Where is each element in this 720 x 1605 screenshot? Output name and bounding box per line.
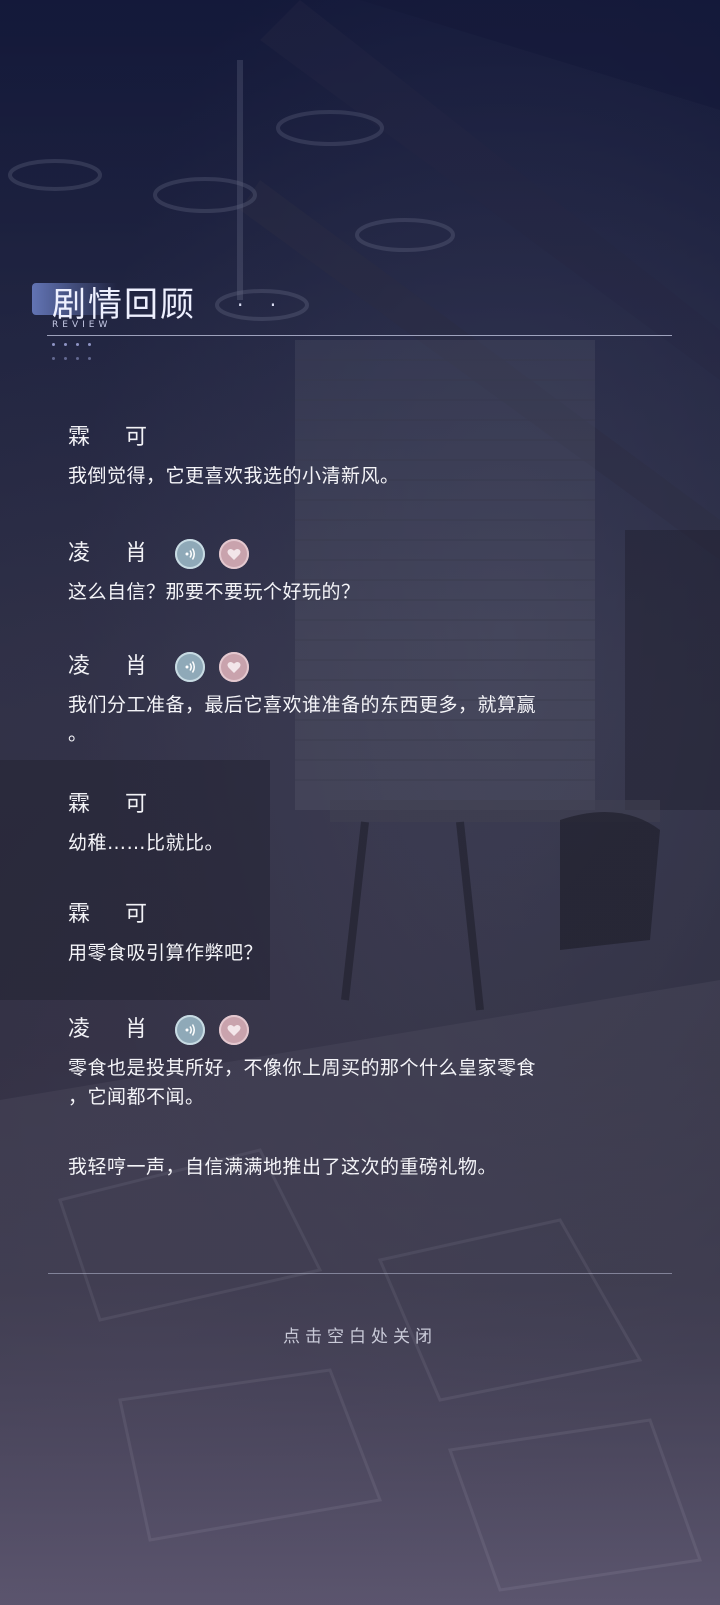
dialogue-text-continued: ，它闻都不闻。 [68,1086,205,1108]
review-header: 剧情回顾 . . REVIEW [32,283,672,363]
speaker-row: 霖 可 [68,900,668,930]
dialogue-text: 我们分工准备，最后它喜欢谁准备的东西更多，就算赢 [68,694,537,716]
speaker-name: 霖 可 [68,425,161,450]
dialogue-text: 幼稚……比就比。 [68,832,225,854]
speaker-row: 凌 肖 [68,652,668,682]
dialogue-entry: 凌 肖 这么自信？那要不要玩个好玩的？ [68,539,668,607]
footer-divider [48,1273,672,1274]
heart-icon [227,1025,241,1036]
dialogue-entry: 霖 可 我倒觉得，它更喜欢我选的小清新风。 [68,423,668,491]
dialogue-text: 用零食吸引算作弊吧？ [68,942,264,964]
speaker-name: 霖 可 [68,902,161,927]
dialogue-entry: 霖 可 用零食吸引算作弊吧？ [68,900,668,968]
narration-entry: 我轻哼一声，自信满满地推出了这次的重磅礼物。 [68,1153,668,1182]
dialogue-entry: 凌 肖 零食也是投其所好，不像你上周买的那个什么皇家零食 ，它闻都不闻。 [68,1015,668,1112]
speaker-name: 凌 肖 [68,541,161,566]
speaker-row: 霖 可 [68,423,668,453]
speaker-name: 霖 可 [68,792,161,817]
voice-play-button[interactable] [175,539,205,569]
narration-text: 我轻哼一声，自信满满地推出了这次的重磅礼物。 [68,1156,498,1178]
favorite-button[interactable] [219,1015,249,1045]
heart-icon [227,549,241,560]
dialogue-text: 我倒觉得，它更喜欢我选的小清新风。 [68,465,400,487]
voice-play-icon [185,548,195,560]
title-dots: . . [237,287,287,311]
speaker-row: 霖 可 [68,790,668,820]
dialogue-entry: 霖 可 幼稚……比就比。 [68,790,668,858]
dialogue-text-continued: 。 [68,723,88,745]
heart-icon [227,662,241,673]
dialogue-text: 这么自信？那要不要玩个好玩的？ [68,581,361,603]
speaker-row: 凌 肖 [68,1015,668,1045]
page-subtitle: REVIEW [52,320,112,330]
voice-play-icon [185,1024,195,1036]
page-title: 剧情回顾 [52,285,196,325]
dialogue-entry: 凌 肖 我们分工准备，最后它喜欢谁准备的东西更多，就算赢 。 [68,652,668,749]
speaker-name: 凌 肖 [68,1017,161,1042]
voice-play-icon [185,661,195,673]
header-divider [47,335,672,336]
favorite-button[interactable] [219,652,249,682]
favorite-button[interactable] [219,539,249,569]
speaker-row: 凌 肖 [68,539,668,569]
voice-play-button[interactable] [175,652,205,682]
speaker-name: 凌 肖 [68,654,161,679]
close-hint[interactable]: 点击空白处关闭 [0,1322,720,1347]
voice-play-button[interactable] [175,1015,205,1045]
dialogue-text: 零食也是投其所好，不像你上周买的那个什么皇家零食 [68,1057,537,1079]
decorative-dots [52,343,112,367]
